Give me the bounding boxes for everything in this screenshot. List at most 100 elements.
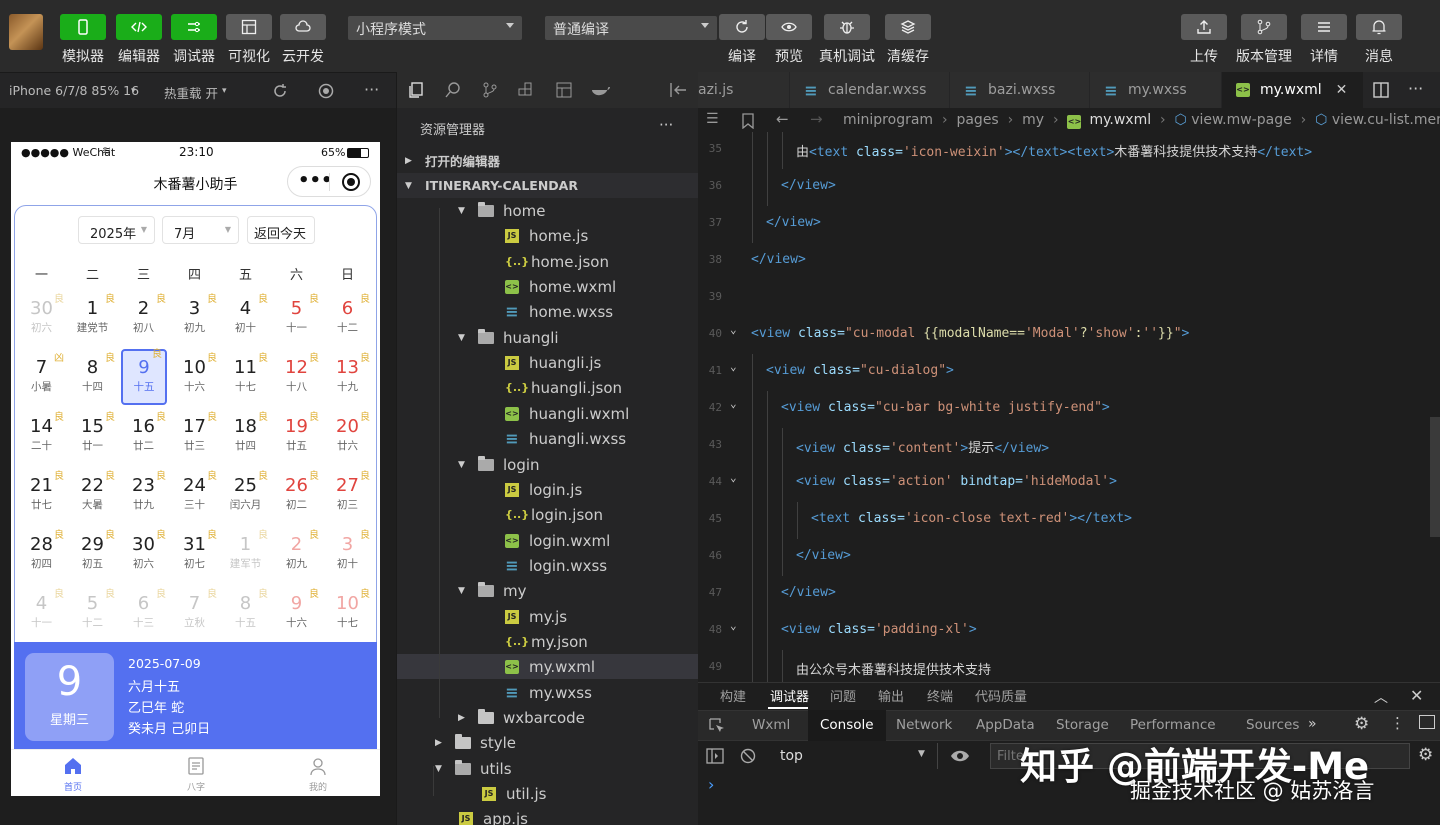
calendar-day[interactable]: 8 十五良: [220, 589, 271, 643]
code-line[interactable]: 37 </view>: [698, 206, 1440, 243]
devtools-top-tab[interactable]: 构建: [720, 686, 746, 705]
devtools-panel-tab[interactable]: Network: [884, 710, 964, 741]
calendar-day[interactable]: 19 廿五良: [271, 412, 322, 466]
file-item[interactable]: JS util.js: [397, 781, 699, 806]
today-button[interactable]: 返回今天: [247, 216, 315, 244]
toolbar-menu-button[interactable]: 详情: [1296, 14, 1352, 66]
files-icon[interactable]: [407, 81, 425, 99]
calendar-day[interactable]: 4 初十良: [220, 294, 271, 348]
project-avatar[interactable]: [9, 14, 43, 50]
toolbar-upload-button[interactable]: 上传: [1176, 14, 1232, 66]
calendar-day[interactable]: 13 十九良: [322, 353, 373, 407]
calendar-day[interactable]: 9 十五 良: [121, 349, 167, 405]
devtools-top-tab[interactable]: 输出: [878, 686, 904, 705]
toolbar-bug-button[interactable]: 真机调试: [819, 14, 875, 66]
code-line[interactable]: 45 <text class='icon-close text-red'></te…: [698, 502, 1440, 539]
file-item[interactable]: <> login.wxml: [397, 528, 699, 553]
calendar-day[interactable]: 30 初六良: [118, 530, 169, 584]
calendar-day[interactable]: 2 初九良: [271, 530, 322, 584]
console-settings-icon[interactable]: ⚙: [1418, 745, 1433, 765]
breadcrumb-item[interactable]: miniprogram: [843, 112, 933, 128]
sidebar-toggle-icon[interactable]: [706, 748, 724, 764]
breadcrumb-item[interactable]: view.mw-page: [1191, 112, 1292, 128]
fold-chevron-icon[interactable]: ⌄: [730, 397, 737, 410]
tab-mine[interactable]: 我的: [293, 756, 343, 793]
file-item[interactable]: <> home.wxml: [397, 274, 699, 299]
toolbar-debug-button[interactable]: 调试器: [166, 14, 222, 66]
gear-icon[interactable]: ⚙: [1354, 714, 1369, 734]
file-item[interactable]: JS huangli.js: [397, 350, 699, 375]
toolbar-cloud-button[interactable]: 云开发: [275, 14, 331, 66]
collapse-icon[interactable]: [669, 82, 687, 98]
devtools-top-tab[interactable]: 终端: [927, 686, 953, 705]
folder-item[interactable]: ▼ login: [397, 452, 699, 477]
fold-chevron-icon[interactable]: ⌄: [730, 619, 737, 632]
more-icon[interactable]: •••: [298, 170, 333, 191]
hot-reload-toggle[interactable]: 热重载 开: [164, 83, 218, 102]
editor-tab[interactable]: azi.js: [698, 72, 790, 108]
project-section[interactable]: ▼ ITINERARY-CALENDAR: [397, 173, 699, 198]
file-item[interactable]: JS my.js: [397, 604, 699, 629]
folder-item[interactable]: ▼ my: [397, 578, 699, 603]
code-line[interactable]: 38 </view>: [698, 243, 1440, 280]
code-line[interactable]: 48 ⌄ <view class='padding-xl'>: [698, 613, 1440, 650]
toolbar-code-button[interactable]: 编辑器: [111, 14, 167, 66]
more-tabs-icon[interactable]: »: [1308, 716, 1317, 732]
calendar-day[interactable]: 3 初十良: [322, 530, 373, 584]
extensions-icon[interactable]: [517, 81, 535, 99]
more-icon[interactable]: ···: [1408, 79, 1423, 98]
calendar-day[interactable]: 1 建党节良: [67, 294, 118, 348]
calendar-day[interactable]: 12 十八良: [271, 353, 322, 407]
calendar-day[interactable]: 10 十六良: [169, 353, 220, 407]
calendar-day[interactable]: 6 十二良: [322, 294, 373, 348]
file-item[interactable]: JS home.js: [397, 223, 699, 248]
code-line[interactable]: 41 ⌄ <view class="cu-dialog">: [698, 354, 1440, 391]
devtools-top-tab[interactable]: 问题: [830, 686, 856, 705]
editor-scrollbar[interactable]: [1430, 417, 1440, 537]
device-select[interactable]: iPhone 6/7/8 85% 16: [9, 83, 139, 98]
year-select[interactable]: 2025年 ▼: [78, 216, 155, 244]
calendar-day[interactable]: 14 二十良: [16, 412, 67, 466]
folder-item[interactable]: ▼ utils: [397, 756, 699, 781]
open-editors-section[interactable]: ▶ 打开的编辑器: [397, 148, 699, 173]
toolbar-eye-button[interactable]: 预览: [761, 14, 817, 66]
calendar-day[interactable]: 27 初三良: [322, 471, 373, 525]
breadcrumb-item[interactable]: my: [1022, 112, 1044, 128]
docker-icon[interactable]: [591, 81, 611, 99]
calendar-day[interactable]: 28 初四良: [16, 530, 67, 584]
code-line[interactable]: 43 <view class='content'>提示</view>: [698, 428, 1440, 465]
code-line[interactable]: 36 </view>: [698, 169, 1440, 206]
explorer-more-icon[interactable]: ···: [659, 116, 673, 134]
close-capsule-icon[interactable]: [342, 173, 360, 191]
breadcrumb-item[interactable]: my.wxml: [1089, 112, 1151, 128]
calendar-day[interactable]: 6 十三良: [118, 589, 169, 643]
editor-tab[interactable]: ≡ my.wxss: [1090, 72, 1222, 108]
clear-console-icon[interactable]: [740, 748, 756, 764]
month-select[interactable]: 7月 ▼: [162, 216, 239, 244]
calendar-day[interactable]: 22 大暑良: [67, 471, 118, 525]
devtools-panel-tab[interactable]: Console: [808, 710, 886, 741]
fold-chevron-icon[interactable]: ⌄: [730, 360, 737, 373]
calendar-day[interactable]: 8 十四良: [67, 353, 118, 407]
code-line[interactable]: 44 ⌄ <view class='action' bindtap='hideMod…: [698, 465, 1440, 502]
split-editor-icon[interactable]: [1372, 81, 1390, 99]
code-line[interactable]: 46 </view>: [698, 539, 1440, 576]
fold-chevron-icon[interactable]: ⌄: [730, 323, 737, 336]
bookmark-icon[interactable]: [742, 113, 754, 129]
file-item[interactable]: ≡ home.wxss: [397, 299, 699, 324]
calendar-day[interactable]: 20 廿六良: [322, 412, 373, 466]
devtools-top-tab[interactable]: 调试器: [770, 686, 809, 705]
calendar-day[interactable]: 25 闰六月良: [220, 471, 271, 525]
code-line[interactable]: 49 由公众号木番薯科技提供技术支持: [698, 650, 1440, 682]
calendar-day[interactable]: 7 立秋良: [169, 589, 220, 643]
calendar-day[interactable]: 29 初五良: [67, 530, 118, 584]
source-control-icon[interactable]: [481, 81, 499, 99]
eye-icon[interactable]: [950, 748, 970, 764]
file-item[interactable]: ≡ login.wxss: [397, 553, 699, 578]
fold-chevron-icon[interactable]: ⌄: [730, 471, 737, 484]
close-icon[interactable]: ✕: [1336, 82, 1348, 98]
code-line[interactable]: 35 由<text class='icon-weixin'></text><tex…: [698, 132, 1440, 169]
breadcrumb-item[interactable]: pages: [956, 112, 998, 128]
calendar-day[interactable]: 10 十七良: [322, 589, 373, 643]
calendar-day[interactable]: 5 十一良: [271, 294, 322, 348]
